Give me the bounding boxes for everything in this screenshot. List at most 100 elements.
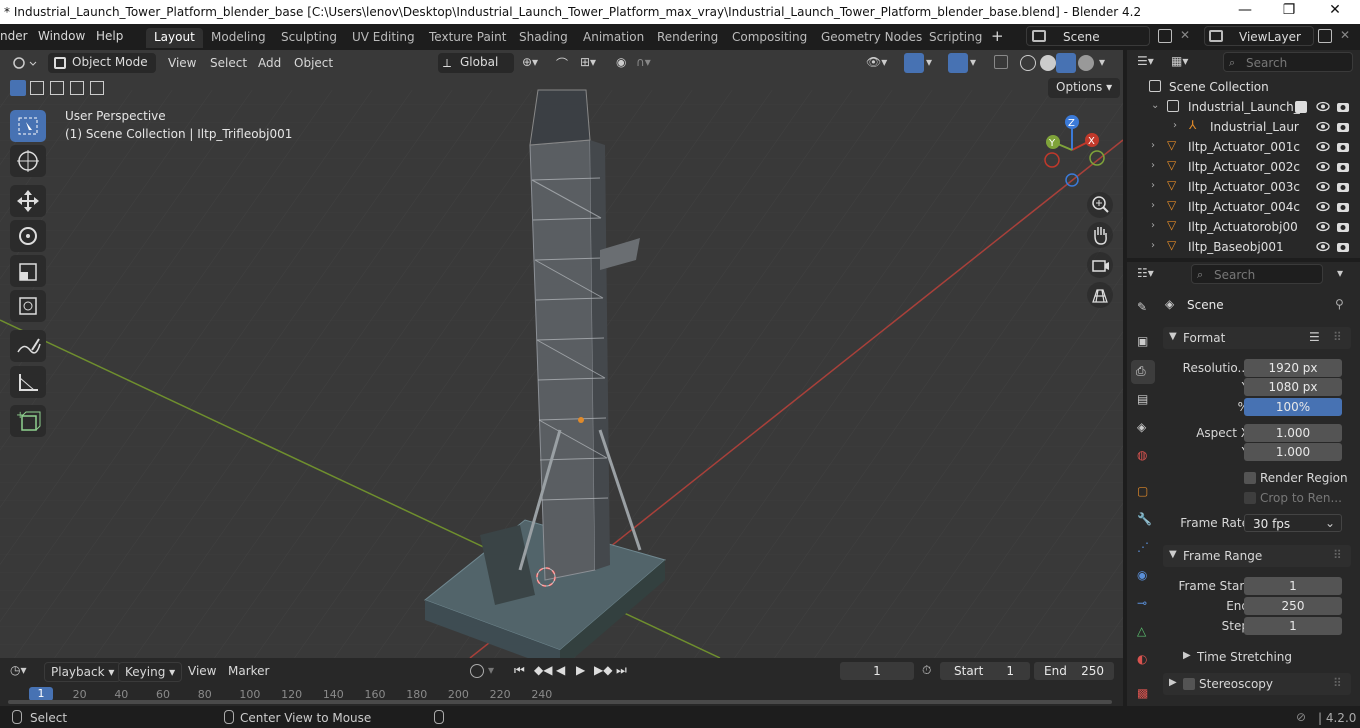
menu-add[interactable]: Add (252, 54, 287, 74)
scale-tool[interactable] (10, 255, 46, 287)
outliner-row[interactable]: › ▽ Iltp_Actuator_001c (1127, 137, 1360, 157)
select-intersect-icon[interactable] (90, 81, 104, 95)
render-region-checkbox[interactable] (1244, 472, 1256, 484)
add-workspace-button[interactable]: + (991, 27, 1004, 45)
select-box-tool[interactable] (10, 110, 46, 142)
eye-icon[interactable] (1316, 180, 1330, 193)
resolution-percent-field[interactable]: 100% (1244, 398, 1342, 416)
display-mode-icon[interactable]: ▦▾ (1171, 54, 1197, 72)
scene-collection-row[interactable]: Scene Collection (1127, 77, 1360, 97)
camera-icon[interactable] (1336, 200, 1350, 213)
tab-particles[interactable]: ⋰ (1131, 536, 1155, 560)
add-cube-tool[interactable]: + (10, 405, 46, 437)
remove-scene-icon[interactable]: ✕ (1180, 28, 1190, 42)
menu-select[interactable]: Select (204, 54, 253, 74)
frame-range-panel-header[interactable]: ▼ Frame Range ⠿ (1163, 545, 1351, 567)
tab-render[interactable]: ▣ (1131, 330, 1155, 354)
move-tool[interactable] (10, 185, 46, 217)
eye-icon[interactable] (1316, 220, 1330, 233)
camera-icon[interactable] (1336, 220, 1350, 233)
properties-editor-icon[interactable]: ☷▾ (1137, 266, 1154, 280)
frame-end-field[interactable]: 250 (1244, 597, 1342, 615)
select-invert-icon[interactable] (70, 81, 84, 95)
outliner-row[interactable]: › ▽ Iltp_Actuator_003c (1127, 177, 1360, 197)
properties-editor[interactable]: ☷▾ Search ⌕ ▾ ✎ ▣ ⎙ ▤ ◈ ◍ ▢ 🔧 ⋰ ◉ ⊸ △ ◐ … (1127, 262, 1360, 706)
tab-physics[interactable]: ◉ (1131, 564, 1155, 588)
tab-world[interactable]: ◍ (1131, 444, 1155, 468)
format-panel-header[interactable]: ▼ Format ☰ ⠿ (1163, 327, 1351, 349)
chevron-right-icon[interactable]: › (1151, 140, 1155, 151)
annotate-tool[interactable] (10, 330, 46, 362)
falloff-icon[interactable]: ∩▾ (636, 55, 662, 73)
tab-animation[interactable]: Animation (575, 28, 652, 48)
new-scene-icon[interactable] (1158, 29, 1172, 43)
chevron-down-icon[interactable]: ⌄ (1151, 100, 1159, 111)
camera-icon[interactable] (1336, 180, 1350, 193)
3d-viewport[interactable] (0, 50, 1123, 658)
gizmo-toggle-icon[interactable] (904, 53, 924, 73)
menu-view[interactable]: View (162, 54, 202, 74)
tab-geometry-nodes[interactable]: Geometry Nodes (813, 28, 930, 48)
pin-icon[interactable]: ⚲ (1335, 297, 1344, 311)
outliner-row[interactable]: › ▽ Iltp_Actuator_004c (1127, 197, 1360, 217)
timeline-ruler[interactable]: 1 20 40 60 80 100 120 140 160 180 200 220 240 (0, 658, 1123, 706)
remove-view-layer-icon[interactable]: ✕ (1340, 28, 1350, 42)
close-button[interactable]: ✕ (1312, 2, 1358, 22)
outliner[interactable]: ☰▾ ▦▾ Search ⌕ Scene Collection ⌄ Industr… (1127, 50, 1360, 258)
snap-target-icon[interactable]: ⊞▾ (580, 55, 606, 73)
proportional-edit-icon[interactable]: ◉ (616, 55, 632, 73)
rotate-tool[interactable] (10, 220, 46, 252)
tab-compositing[interactable]: Compositing (724, 28, 815, 48)
chevron-right-icon[interactable]: › (1173, 120, 1177, 131)
outliner-row[interactable]: › ▽ Iltp_Actuatorobj00 (1127, 217, 1360, 237)
outliner-editor-icon[interactable]: ☰▾ (1137, 54, 1163, 72)
resolution-y-field[interactable]: 1080 px (1244, 378, 1342, 396)
perspective-toggle-button[interactable] (1087, 282, 1113, 308)
outliner-search-input[interactable]: Search (1223, 52, 1353, 72)
tab-texture[interactable]: ▩ (1131, 682, 1155, 706)
tab-data[interactable]: △ (1131, 620, 1155, 644)
frame-step-field[interactable]: 1 (1244, 617, 1342, 635)
menu-render[interactable]: nder (0, 29, 28, 43)
wireframe-shading-icon[interactable] (1020, 55, 1036, 71)
transform-tool[interactable] (10, 290, 46, 322)
tab-shading[interactable]: Shading (511, 28, 576, 48)
overlay-dropdown-icon[interactable]: ▾ (970, 55, 976, 69)
properties-search-input[interactable]: Search (1191, 264, 1323, 284)
stereoscopy-checkbox[interactable] (1183, 678, 1195, 690)
aspect-y-field[interactable]: 1.000 (1244, 443, 1342, 461)
cursor-tool[interactable] (10, 145, 46, 177)
menu-object[interactable]: Object (288, 54, 339, 74)
tab-sculpting[interactable]: Sculpting (273, 28, 345, 48)
measure-tool[interactable] (10, 366, 46, 398)
select-new-icon[interactable] (10, 80, 26, 96)
new-view-layer-icon[interactable] (1318, 29, 1332, 43)
xray-icon[interactable] (994, 55, 1008, 69)
eye-icon[interactable] (1316, 200, 1330, 213)
tab-output[interactable]: ⎙ (1131, 360, 1155, 384)
eye-icon[interactable] (1316, 160, 1330, 173)
frame-rate-dropdown[interactable]: 30 fps ⌄ (1244, 514, 1342, 532)
chevron-right-icon[interactable]: › (1151, 220, 1155, 231)
tab-rendering[interactable]: Rendering (649, 28, 726, 48)
properties-options-icon[interactable]: ▾ (1337, 266, 1343, 280)
pivot-point-icon[interactable]: ⊕▾ (522, 55, 552, 73)
select-extend-icon[interactable] (30, 81, 44, 95)
minimize-button[interactable]: — (1222, 2, 1268, 22)
options-dropdown[interactable]: Options ▾ (1048, 78, 1121, 98)
menu-window[interactable]: Window (38, 29, 85, 43)
snap-icon[interactable]: ⌒ (556, 55, 576, 73)
time-stretching-subpanel[interactable]: ▶ Time Stretching (1175, 646, 1351, 668)
outliner-row[interactable]: › ⅄ Industrial_Laur (1127, 117, 1360, 137)
gizmo-dropdown-icon[interactable]: ▾ (926, 55, 932, 69)
camera-icon[interactable] (1336, 140, 1350, 153)
camera-icon[interactable] (1336, 100, 1350, 113)
tab-material[interactable]: ◐ (1131, 648, 1155, 672)
pan-button[interactable] (1087, 222, 1113, 248)
tab-uv-editing[interactable]: UV Editing (344, 28, 423, 48)
eye-icon[interactable] (1316, 240, 1330, 253)
crop-to-render-checkbox[interactable] (1244, 492, 1256, 504)
chevron-right-icon[interactable]: › (1151, 180, 1155, 191)
stereoscopy-panel-header[interactable]: ▶ Stereoscopy ⠿ (1163, 673, 1351, 695)
presets-icon[interactable]: ☰ (1309, 330, 1320, 344)
